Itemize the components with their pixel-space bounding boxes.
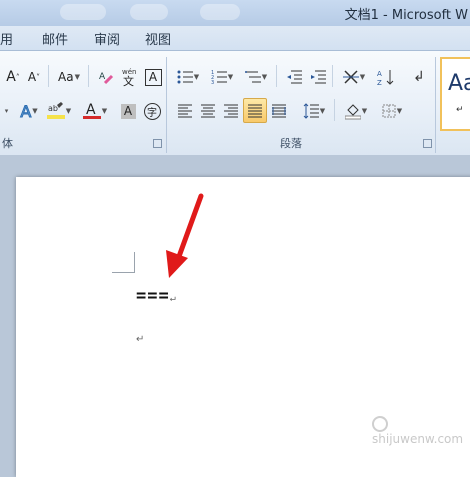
- watermark: shijuwenw.com: [372, 416, 470, 446]
- watermark-text: shijuwenw.com: [372, 432, 464, 446]
- arrow-head: [166, 250, 188, 278]
- watermark-logo-icon: [372, 416, 388, 432]
- arrow-shaft: [174, 193, 204, 265]
- red-arrow-annotation: [166, 193, 204, 278]
